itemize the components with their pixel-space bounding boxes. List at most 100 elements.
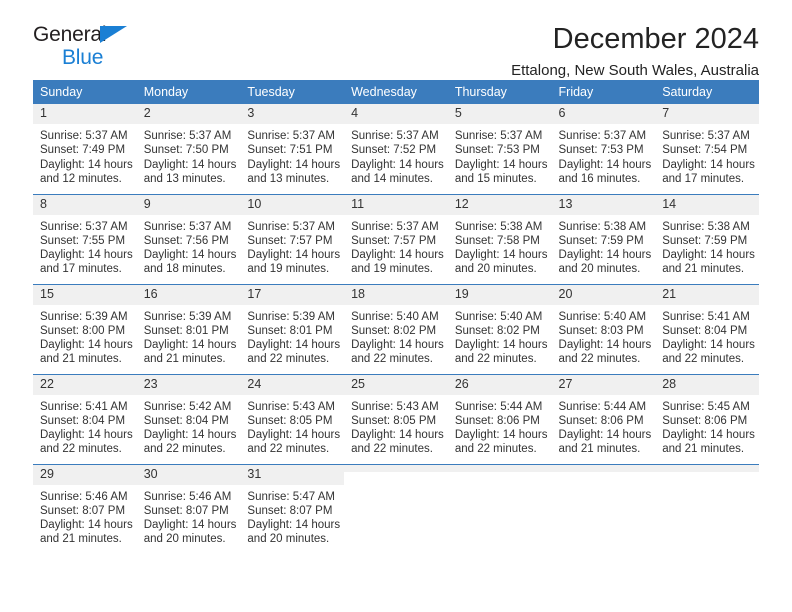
sunrise-time: Sunrise: 5:40 AM xyxy=(558,310,647,323)
sunset-time: Sunset: 8:02 PM xyxy=(454,324,540,337)
day-number: 10 xyxy=(240,194,345,215)
calendar-day-cell[interactable]: 16 Sunrise: 5:39 AM Sunset: 8:01 PM Dayligh… xyxy=(136,283,241,374)
sunset-time: Sunset: 7:51 PM xyxy=(247,144,333,157)
day-details: Sunrise: 5:46 AM Sunset: 8:07 PM Daylight:… xyxy=(33,485,137,547)
day-number: 20 xyxy=(551,284,656,305)
calendar-day-cell[interactable]: 6 Sunrise: 5:37 AM Sunset: 7:53 PM Daylight… xyxy=(551,104,656,194)
daylight-duration-line1: Daylight: 14 hours xyxy=(558,429,652,442)
daylight-duration-line1: Daylight: 14 hours xyxy=(662,158,755,171)
day-details: Sunrise: 5:38 AM Sunset: 7:58 PM Daylight:… xyxy=(448,215,552,277)
day-number: 30 xyxy=(136,464,241,485)
logo-triangle-icon xyxy=(100,26,127,43)
day-details: Sunrise: 5:37 AM Sunset: 7:49 PM Daylight:… xyxy=(33,124,137,186)
day-number: 25 xyxy=(344,374,448,395)
daylight-duration-line2: and 22 minutes. xyxy=(351,443,433,456)
calendar-day-cell[interactable]: 2 Sunrise: 5:37 AM Sunset: 7:50 PM Daylight… xyxy=(136,104,241,194)
sunrise-time: Sunrise: 5:37 AM xyxy=(40,130,128,142)
day-details: Sunrise: 5:47 AM Sunset: 8:07 PM Daylight:… xyxy=(240,485,344,547)
day-number: 18 xyxy=(344,284,448,305)
calendar-day-cell[interactable]: 23 Sunrise: 5:42 AM Sunset: 8:04 PM Dayligh… xyxy=(136,373,241,464)
sunrise-time: Sunrise: 5:37 AM xyxy=(351,220,439,233)
day-number: 4 xyxy=(344,104,448,124)
calendar-day-cell[interactable]: 14 Sunrise: 5:38 AM Sunset: 7:59 PM Dayligh… xyxy=(655,193,759,284)
calendar-day-cell[interactable]: 24 Sunrise: 5:43 AM Sunset: 8:05 PM Dayligh… xyxy=(240,373,345,464)
day-number: 8 xyxy=(33,194,137,215)
sunset-time: Sunset: 7:59 PM xyxy=(558,234,644,247)
sunset-time: Sunset: 8:04 PM xyxy=(662,324,748,337)
calendar-day-cell[interactable]: 9 Sunrise: 5:37 AM Sunset: 7:56 PM Daylight… xyxy=(136,193,241,284)
sunset-time: Sunset: 8:00 PM xyxy=(40,324,126,337)
daylight-duration-line2: and 16 minutes. xyxy=(558,172,641,185)
calendar-day-cell[interactable]: 25 Sunrise: 5:43 AM Sunset: 8:05 PM Dayligh… xyxy=(344,373,448,464)
sunset-time: Sunset: 8:06 PM xyxy=(662,414,748,427)
calendar-day-cell[interactable]: 7 Sunrise: 5:37 AM Sunset: 7:54 PM Daylight… xyxy=(655,104,759,194)
calendar-day-cell[interactable]: 19 Sunrise: 5:40 AM Sunset: 8:02 PM Dayligh… xyxy=(447,283,552,374)
sunset-time: Sunset: 8:07 PM xyxy=(40,504,126,517)
day-details: Sunrise: 5:43 AM Sunset: 8:05 PM Daylight:… xyxy=(240,395,344,457)
day-details: Sunrise: 5:41 AM Sunset: 8:04 PM Daylight:… xyxy=(655,305,759,367)
daylight-duration-line1: Daylight: 14 hours xyxy=(351,249,444,262)
sunset-time: Sunset: 8:07 PM xyxy=(143,504,229,517)
day-number: 17 xyxy=(240,284,345,305)
sunset-time: Sunset: 7:55 PM xyxy=(40,234,126,247)
weekday-header-saturday: Saturday xyxy=(655,80,759,104)
calendar-day-cell[interactable]: 26 Sunrise: 5:44 AM Sunset: 8:06 PM Dayligh… xyxy=(447,373,552,464)
daylight-duration-line2: and 22 minutes. xyxy=(454,443,537,456)
daylight-duration-line2: and 13 minutes. xyxy=(143,172,226,185)
day-number: 24 xyxy=(240,374,345,395)
day-number: 28 xyxy=(655,374,759,395)
calendar-day-cell[interactable]: 12 Sunrise: 5:38 AM Sunset: 7:58 PM Dayligh… xyxy=(447,193,552,284)
page-header: General Blue December 2024 Ettalong, New… xyxy=(33,0,759,79)
daylight-duration-line2: and 21 minutes. xyxy=(662,443,745,456)
calendar-day-cell[interactable]: 17 Sunrise: 5:39 AM Sunset: 8:01 PM Dayligh… xyxy=(240,283,345,374)
calendar-day-cell[interactable]: 30 Sunrise: 5:46 AM Sunset: 8:07 PM Dayligh… xyxy=(136,463,241,554)
sunset-time: Sunset: 8:03 PM xyxy=(558,324,644,337)
calendar-day-cell[interactable]: 1 Sunrise: 5:37 AM Sunset: 7:49 PM Daylight… xyxy=(33,104,137,194)
calendar-day-cell[interactable]: 13 Sunrise: 5:38 AM Sunset: 7:59 PM Dayligh… xyxy=(551,193,656,284)
day-number: 19 xyxy=(447,284,552,305)
daylight-duration-line1: Daylight: 14 hours xyxy=(247,339,341,352)
day-number: 21 xyxy=(655,284,759,305)
daylight-duration-line2: and 21 minutes. xyxy=(558,443,641,456)
daylight-duration-line1: Daylight: 14 hours xyxy=(247,429,341,442)
day-details: Sunrise: 5:37 AM Sunset: 7:56 PM Daylight:… xyxy=(137,215,241,277)
day-number: 3 xyxy=(240,104,345,124)
day-details: Sunrise: 5:42 AM Sunset: 8:04 PM Daylight:… xyxy=(137,395,241,457)
day-details: Sunrise: 5:44 AM Sunset: 8:06 PM Daylight:… xyxy=(448,395,552,457)
sunrise-time: Sunrise: 5:39 AM xyxy=(143,310,232,323)
calendar-day-cell[interactable]: 28 Sunrise: 5:45 AM Sunset: 8:06 PM Dayligh… xyxy=(655,373,759,464)
calendar-day-cell[interactable]: 3 Sunrise: 5:37 AM Sunset: 7:51 PM Daylight… xyxy=(240,104,345,194)
generalblue-logo[interactable]: General Blue xyxy=(33,24,263,72)
daylight-duration-line2: and 19 minutes. xyxy=(351,263,433,276)
calendar-day-cell[interactable]: 15 Sunrise: 5:39 AM Sunset: 8:00 PM Dayligh… xyxy=(33,283,137,374)
sunrise-time: Sunrise: 5:37 AM xyxy=(143,220,232,233)
sunset-time: Sunset: 8:05 PM xyxy=(247,414,333,427)
calendar-day-cell[interactable]: 18 Sunrise: 5:40 AM Sunset: 8:02 PM Dayligh… xyxy=(344,283,448,374)
day-number: 2 xyxy=(136,104,241,124)
sunrise-time: Sunrise: 5:47 AM xyxy=(247,490,335,503)
calendar-page: General Blue December 2024 Ettalong, New… xyxy=(0,0,792,612)
weekday-header-tuesday: Tuesday xyxy=(240,80,345,104)
calendar-day-cell[interactable]: 27 Sunrise: 5:44 AM Sunset: 8:06 PM Dayligh… xyxy=(551,373,656,464)
sunrise-time: Sunrise: 5:37 AM xyxy=(247,220,335,233)
calendar-day-cell[interactable]: 22 Sunrise: 5:41 AM Sunset: 8:04 PM Dayligh… xyxy=(33,373,137,464)
calendar-day-cell[interactable]: 21 Sunrise: 5:41 AM Sunset: 8:04 PM Dayligh… xyxy=(655,283,759,374)
daylight-duration-line1: Daylight: 14 hours xyxy=(143,249,237,262)
calendar-day-cell[interactable]: 4 Sunrise: 5:37 AM Sunset: 7:52 PM Daylight… xyxy=(344,104,448,194)
calendar-day-cell[interactable]: 11 Sunrise: 5:37 AM Sunset: 7:57 PM Dayligh… xyxy=(344,193,448,284)
calendar-day-cell[interactable]: 10 Sunrise: 5:37 AM Sunset: 7:57 PM Dayligh… xyxy=(240,193,345,284)
daylight-duration-line2: and 20 minutes. xyxy=(143,533,226,546)
calendar-day-cell[interactable]: 20 Sunrise: 5:40 AM Sunset: 8:03 PM Dayligh… xyxy=(551,283,656,374)
calendar-day-cell[interactable]: 5 Sunrise: 5:37 AM Sunset: 7:53 PM Daylight… xyxy=(447,104,552,194)
day-number: 7 xyxy=(655,104,759,124)
calendar-day-cell-empty xyxy=(551,463,656,554)
sunset-time: Sunset: 8:04 PM xyxy=(143,414,229,427)
sunrise-time: Sunrise: 5:41 AM xyxy=(40,400,128,413)
day-details: Sunrise: 5:39 AM Sunset: 8:00 PM Daylight:… xyxy=(33,305,137,367)
sunset-time: Sunset: 7:59 PM xyxy=(662,234,748,247)
calendar-day-cell[interactable]: 8 Sunrise: 5:37 AM Sunset: 7:55 PM Daylight… xyxy=(33,193,137,284)
calendar-day-cell[interactable]: 29 Sunrise: 5:46 AM Sunset: 8:07 PM Dayligh… xyxy=(33,463,137,554)
calendar-day-cell[interactable]: 31 Sunrise: 5:47 AM Sunset: 8:07 PM Dayligh… xyxy=(240,463,345,554)
sunrise-time: Sunrise: 5:46 AM xyxy=(40,490,128,503)
sunrise-time: Sunrise: 5:40 AM xyxy=(351,310,439,323)
